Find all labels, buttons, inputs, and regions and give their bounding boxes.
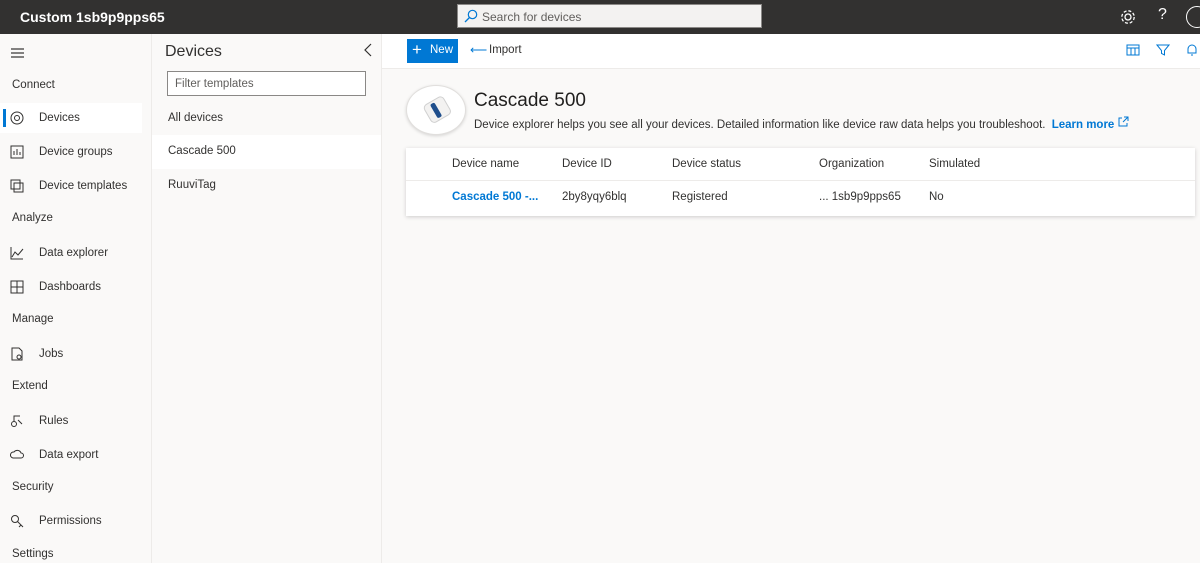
avatar[interactable] (1186, 6, 1200, 28)
nav-item-label: Jobs (39, 348, 64, 360)
data-explorer-icon (10, 247, 24, 260)
import-button[interactable]: ⟵ Import (470, 39, 530, 63)
device-status-cell: Registered (672, 191, 728, 203)
nav-item-devices[interactable]: Devices (0, 103, 142, 133)
page-description: Device explorer helps you see all your d… (474, 116, 1129, 131)
app-title[interactable]: Custom 1sb9p9pps65 (20, 9, 165, 25)
nav-section-connect: Connect (12, 79, 55, 91)
device-id-cell: 2by8yqy6blq (562, 191, 627, 203)
device-image-icon (423, 96, 451, 123)
column-header[interactable]: Device ID (562, 158, 612, 170)
edit-columns-icon[interactable] (1126, 43, 1140, 57)
device-template-image (406, 85, 466, 135)
nav-item-label: Data export (39, 449, 99, 461)
devices-icon (10, 111, 24, 125)
nav-item-label: Devices (39, 112, 80, 124)
external-link-icon[interactable] (1118, 116, 1129, 127)
nav-item-label: Dashboards (39, 281, 102, 293)
data-export-icon (10, 449, 24, 459)
bell-icon[interactable] (1186, 43, 1198, 57)
page-title: Cascade 500 (474, 90, 586, 111)
left-nav: Connect Devices Device groups Device tem… (0, 34, 152, 563)
permissions-icon (11, 515, 24, 528)
active-indicator (3, 109, 6, 127)
chevron-left-icon[interactable] (363, 43, 373, 57)
template-item-label: All devices (168, 112, 223, 124)
learn-more-link[interactable]: Learn more (1052, 119, 1115, 131)
nav-section-security: Security (12, 481, 54, 493)
nav-item-data-explorer[interactable]: Data explorer (0, 238, 152, 268)
main-content: + New ⟵ Import Cascade 500 Device explor… (382, 34, 1200, 563)
nav-section-manage: Manage (12, 313, 54, 325)
device-name-link[interactable]: Cascade 500 -... (452, 191, 538, 203)
import-button-label: Import (489, 44, 522, 56)
nav-item-data-export[interactable]: Data export (0, 440, 152, 470)
nav-item-label: Data explorer (39, 247, 109, 259)
devices-table: Device name Device ID Device status Orga… (406, 148, 1195, 216)
new-button-label: New (430, 44, 454, 56)
column-header[interactable]: Simulated (929, 158, 980, 170)
column-header[interactable]: Device status (672, 158, 741, 170)
description-text: Device explorer helps you see all your d… (474, 119, 1046, 131)
import-arrow-icon: ⟵ (470, 43, 488, 57)
template-item-cascade-500[interactable]: Cascade 500 (152, 135, 381, 169)
search-input[interactable]: Search for devices (457, 4, 762, 28)
help-icon[interactable]: ? (1158, 6, 1167, 24)
nav-item-rules[interactable]: Rules (0, 406, 152, 436)
nav-section-settings: Settings (12, 548, 54, 560)
organization-cell: ... 1sb9p9pps65 (819, 191, 901, 203)
nav-item-label: Device templates (39, 180, 128, 192)
top-bar: Custom 1sb9p9pps65 Search for devices ? (0, 0, 1200, 34)
header-divider (406, 180, 1195, 181)
jobs-icon (11, 347, 23, 361)
simulated-cell: No (929, 191, 944, 203)
device-templates-icon (10, 179, 24, 193)
hamburger-menu-icon[interactable] (11, 47, 25, 59)
column-header[interactable]: Organization (819, 158, 884, 170)
nav-section-extend: Extend (12, 380, 48, 392)
template-item-ruuvitag[interactable]: RuuviTag (152, 169, 381, 203)
nav-item-dashboards[interactable]: Dashboards (0, 272, 152, 302)
nav-item-device-groups[interactable]: Device groups (0, 137, 152, 167)
device-groups-icon (10, 145, 24, 159)
nav-item-label: Device groups (39, 146, 113, 158)
nav-section-analyze: Analyze (12, 212, 53, 224)
toolbar: + New ⟵ Import (382, 34, 1200, 69)
gear-icon[interactable] (1118, 7, 1138, 27)
nav-item-jobs[interactable]: Jobs (0, 339, 152, 369)
dashboards-icon (10, 280, 24, 294)
nav-item-device-templates[interactable]: Device templates (0, 171, 152, 201)
column-header[interactable]: Device name (452, 158, 519, 170)
nav-item-permissions[interactable]: Permissions (0, 506, 152, 536)
new-button[interactable]: + New (407, 39, 458, 63)
nav-item-label: Permissions (39, 515, 102, 527)
template-item-label: RuuviTag (168, 179, 216, 191)
template-item-all-devices[interactable]: All devices (152, 102, 381, 136)
plus-icon: + (412, 40, 422, 59)
pane-title: Devices (165, 43, 222, 60)
filter-icon[interactable] (1156, 43, 1170, 57)
template-item-label: Cascade 500 (168, 145, 236, 157)
nav-item-label: Rules (39, 415, 69, 427)
templates-pane: Devices All devices Cascade 500 RuuviTag (152, 34, 382, 563)
search-placeholder: Search for devices (482, 10, 582, 24)
filter-templates-input[interactable] (167, 71, 366, 96)
search-icon (464, 9, 478, 23)
rules-icon (11, 415, 23, 427)
